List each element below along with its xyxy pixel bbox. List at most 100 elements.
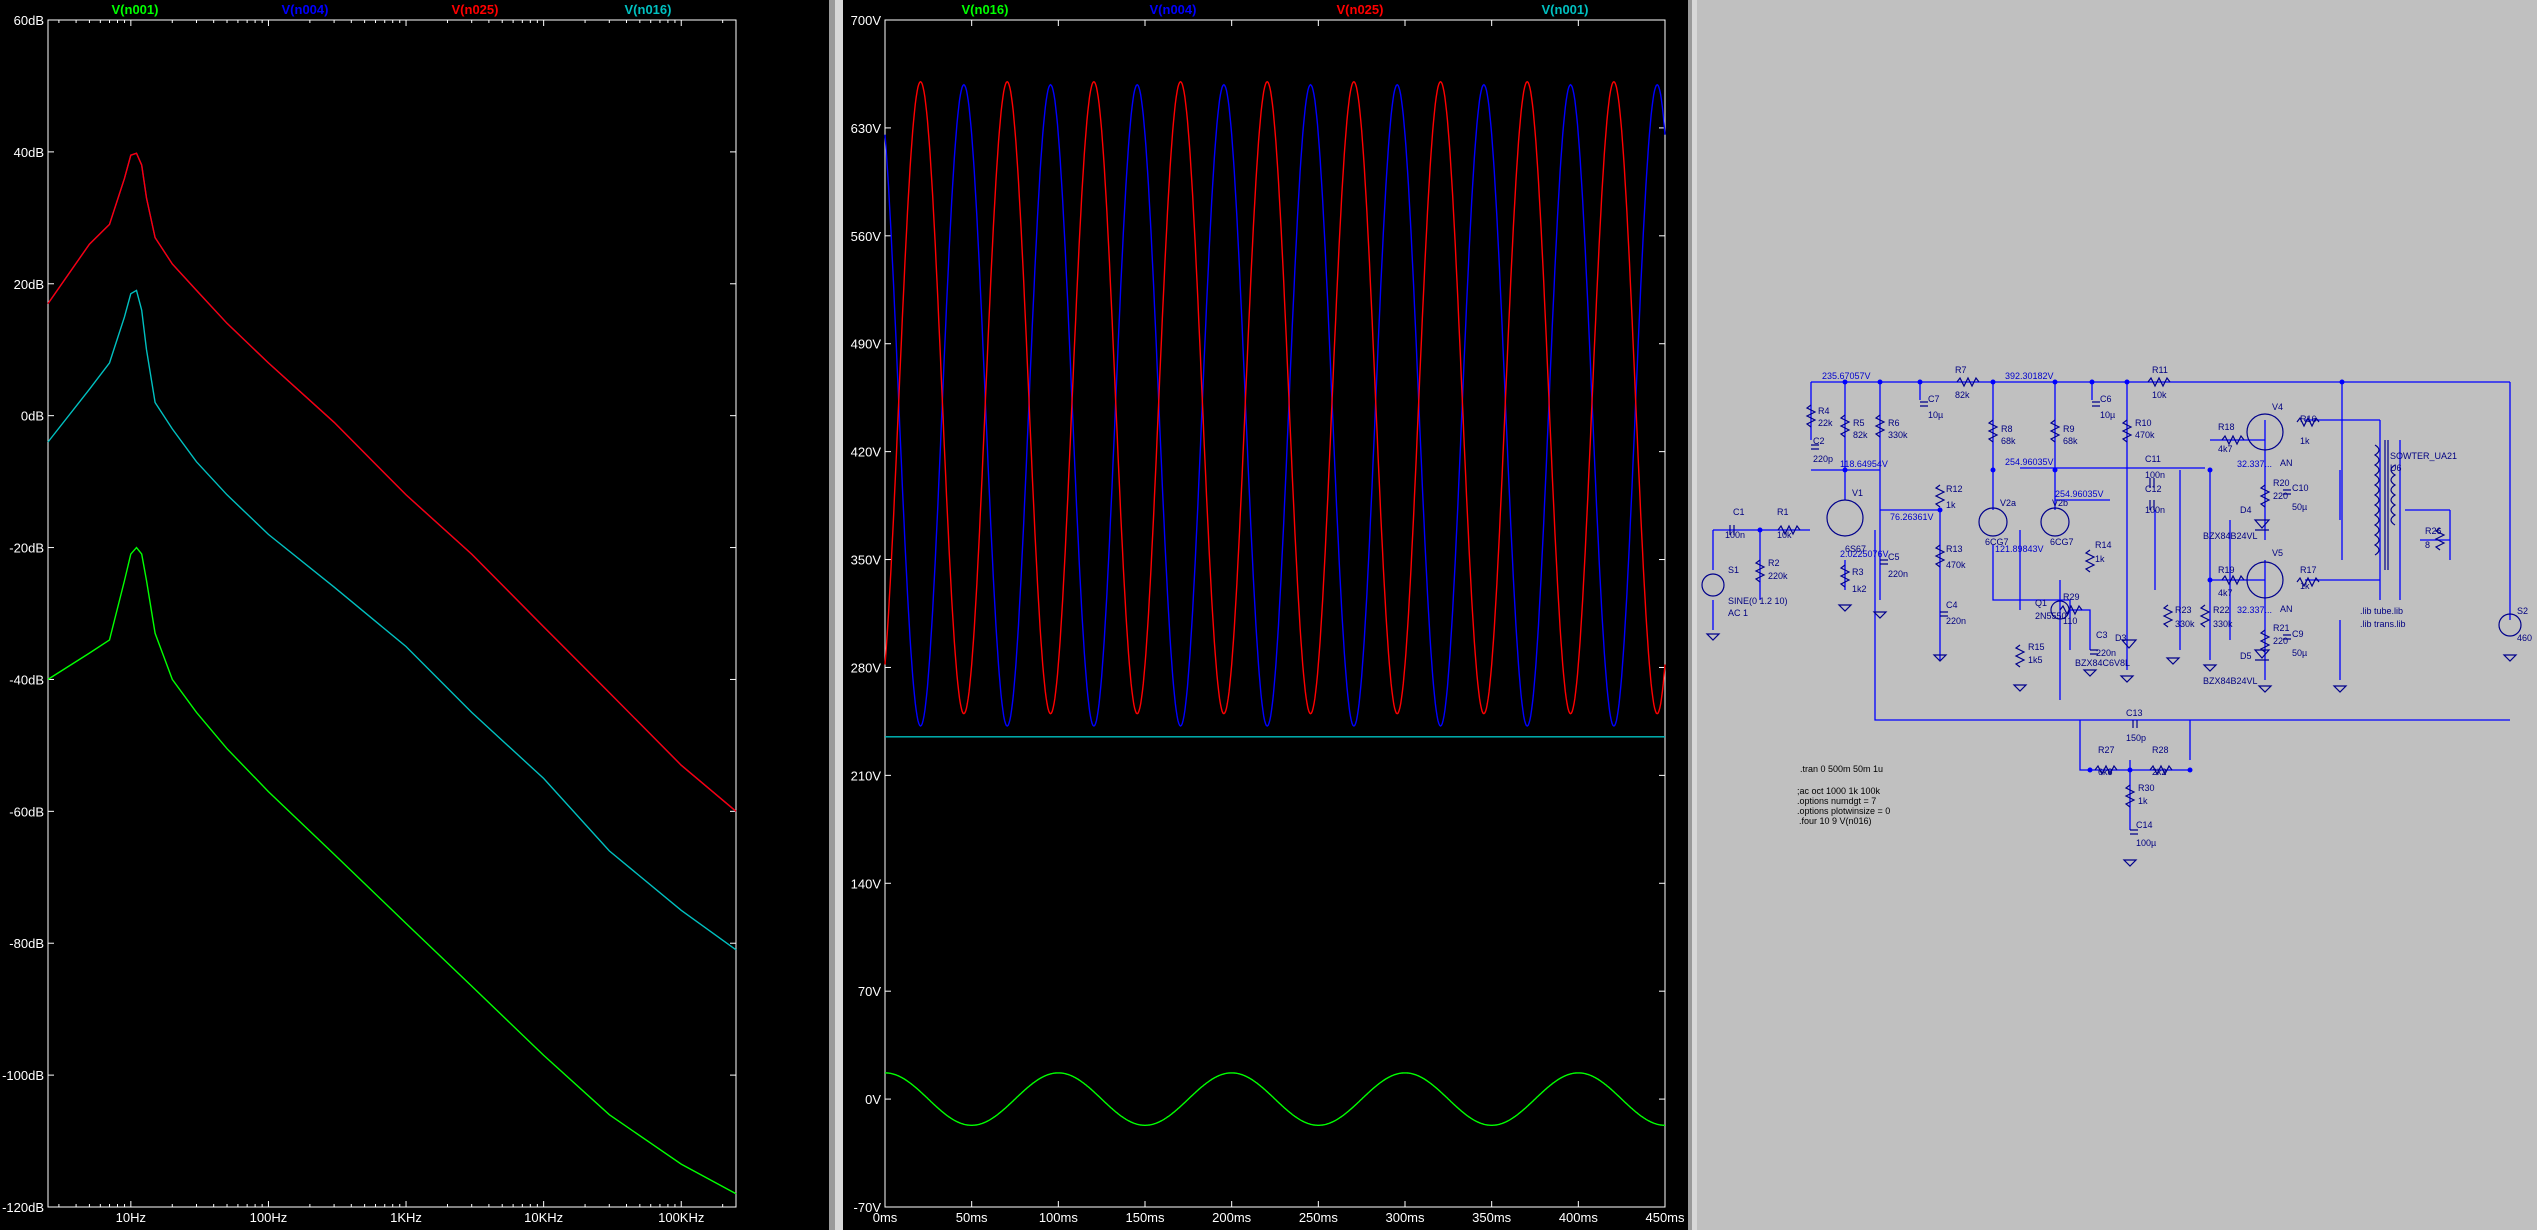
spice-directive[interactable]: .four 10 9 V(n016) (1799, 816, 1872, 826)
schematic-canvas[interactable]: 235.67057V 392.30182V 118.64954V 254.960… (1697, 0, 2537, 1230)
component-label: R9 (2063, 424, 2075, 434)
component-label: R30 (2138, 783, 2155, 793)
component-label: D4 (2240, 505, 2252, 515)
component-label: BZX84C6V8L (2075, 658, 2130, 668)
trace-V(n016) (47, 289, 737, 951)
component-label: R2 (1768, 558, 1780, 568)
component-label: R21 (2273, 623, 2290, 633)
component-label: C3 (2096, 630, 2108, 640)
component-label: C2 (1813, 436, 1825, 446)
component-label: R12 (1946, 484, 1963, 494)
component-label: 1k (2300, 436, 2310, 446)
schematic-wires (1712, 380, 2511, 830)
y-tick-label: 140V (851, 876, 882, 891)
component-label: R13 (1946, 544, 1963, 554)
component-label: 220n (2096, 648, 2116, 658)
y-tick-label: 350V (851, 553, 882, 568)
component-label: 220n (1888, 569, 1908, 579)
component-label: 220 (2273, 636, 2288, 646)
y-tick-label: -20dB (9, 541, 44, 556)
component-label: R19 (2218, 565, 2235, 575)
component-label: 10µ (1928, 410, 1943, 420)
trace-V(n004) (884, 83, 1666, 727)
component-label: R29 (2063, 592, 2080, 602)
component-label: 50µ (2292, 648, 2307, 658)
component-label: C13 (2126, 708, 2143, 718)
component-label: 470k (1946, 560, 1966, 570)
component-label: BZX84B24VL (2203, 531, 2258, 541)
x-tick-label: 100ms (1039, 1210, 1079, 1225)
component-label: R10 (2135, 418, 2152, 428)
legend-V(n004): V(n004) (1150, 2, 1197, 17)
spice-directive[interactable]: .tran 0 500m 50m 1u (1800, 764, 1883, 774)
net-label: 32.337... (2237, 605, 2272, 615)
legend-V(n025): V(n025) (452, 2, 499, 17)
component-label: 6CG7 (2050, 537, 2074, 547)
ac-analysis-chart[interactable]: 60dB 40dB 20dB 0dB -20dB -40dB -60dB -80dB -100d… (0, 0, 829, 1230)
ac-analysis-pane[interactable]: 60dB 40dB 20dB 0dB -20dB -40dB -60dB -80dB -100d… (0, 0, 829, 1230)
legend-V(n004): V(n004) (282, 2, 329, 17)
x-tick-label: 200ms (1212, 1210, 1252, 1225)
y-tick-label: 630V (851, 121, 882, 136)
component-label: V1 (1852, 488, 1863, 498)
spice-directive[interactable]: .options numdgt = 7 (1797, 796, 1876, 806)
component-label: V4 (2272, 402, 2283, 412)
component-label: 330k (2175, 619, 2195, 629)
component-label: 100n (2145, 470, 2165, 480)
component-label: 100n (1725, 530, 1745, 540)
component-label: 68k (2001, 436, 2016, 446)
component-label: C4 (1946, 600, 1958, 610)
component-label: 22k (1818, 418, 1833, 428)
spice-directive[interactable]: .options plotwinsize = 0 (1797, 806, 1890, 816)
net-label: 235.67057V (1822, 371, 1871, 381)
component-label: 4k7 (2218, 444, 2233, 454)
component-label: R15 (2028, 642, 2045, 652)
y-tick-label: 60dB (14, 13, 44, 28)
component-label: 82k (1955, 390, 1970, 400)
component-label: C14 (2136, 820, 2153, 830)
y-tick-label: 280V (851, 660, 882, 675)
component-label: R26 (2425, 526, 2442, 536)
component-label: 50µ (2292, 502, 2307, 512)
transient-analysis-pane[interactable]: 700V 630V 560V 490V 420V 350V 280V 210V 140V 70V 0… (843, 0, 1688, 1230)
component-label: 220p (1813, 454, 1833, 464)
y-tick-label: 0dB (21, 409, 44, 424)
component-label: 100n (2145, 505, 2165, 515)
x-tick-label: 450ms (1645, 1210, 1685, 1225)
component-label: BZX84B24VL (2203, 676, 2258, 686)
y-tick-label: -120dB (2, 1200, 44, 1215)
transient-analysis-chart[interactable]: 700V 630V 560V 490V 420V 350V 280V 210V 140V 70V 0… (843, 0, 1688, 1230)
schematic-pane[interactable]: 235.67057V 392.30182V 118.64954V 254.960… (1697, 0, 2537, 1230)
x-tick-label: 150ms (1125, 1210, 1165, 1225)
component-label: 1k5 (2028, 655, 2043, 665)
component-label: 1k (2300, 581, 2310, 591)
spice-directive[interactable]: ;ac oct 1000 1k 100k (1797, 786, 1881, 796)
y-tick-label: -60dB (9, 804, 44, 819)
component-label: 10k (2152, 390, 2167, 400)
component-label: AC 1 (1728, 608, 1748, 618)
net-label: 254.96035V (2005, 457, 2054, 467)
component-label: 1k (1946, 500, 1956, 510)
component-label: R22 (2213, 605, 2230, 615)
component-label: R17 (2300, 565, 2317, 575)
x-tick-label: 0ms (873, 1210, 898, 1225)
component-label: R7 (1955, 365, 1967, 375)
y-tick-label: 700V (851, 13, 882, 28)
component-label: 6CG7 (1985, 537, 2009, 547)
x-tick-label: 50ms (956, 1210, 988, 1225)
component-label: 2N5550 (2035, 611, 2067, 621)
component-label: SINE(0 1.2 10) (1728, 596, 1788, 606)
pane-splitter-bevel (835, 0, 843, 1230)
x-tick-label: 350ms (1472, 1210, 1512, 1225)
component-label: .lib tube.lib (2360, 606, 2403, 616)
component-label: 6k8 (2098, 767, 2113, 777)
net-label: 76.26361V (1890, 512, 1934, 522)
component-label: R6 (1888, 418, 1900, 428)
component-label: 150p (2126, 733, 2146, 743)
y-tick-label: 0V (865, 1092, 881, 1107)
y-tick-label: 210V (851, 768, 882, 783)
component-label: 330k (2213, 619, 2233, 629)
component-label: 110 (2063, 616, 2077, 626)
legend-V(n016): V(n016) (625, 2, 672, 17)
legend-V(n016): V(n016) (962, 2, 1009, 17)
